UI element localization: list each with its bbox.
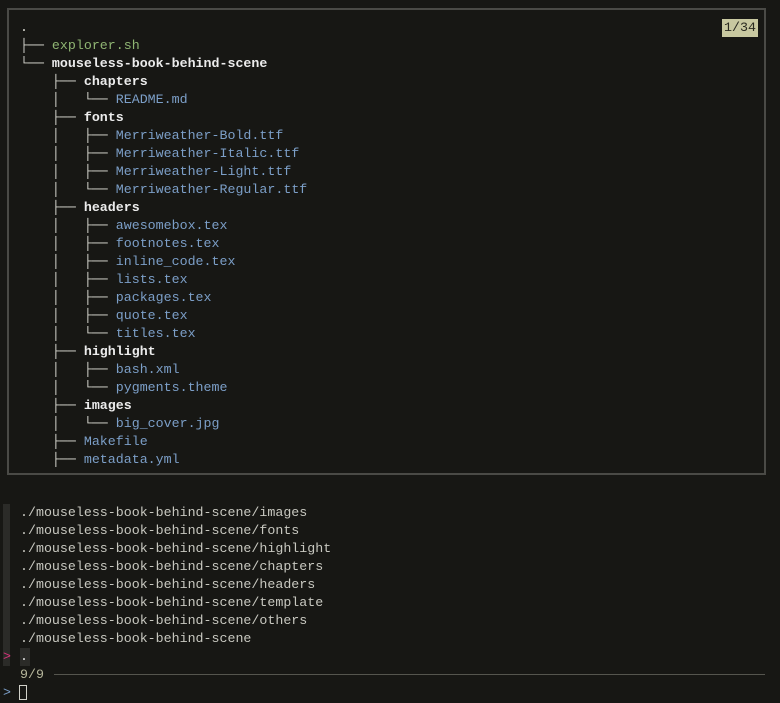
search-input-cursor[interactable]	[19, 685, 27, 700]
selection-pointer: >	[3, 648, 11, 666]
tree-entry: │ ├── inline_code.tex	[20, 253, 236, 271]
tree-entry: ├── headers	[20, 199, 140, 217]
tree-file: Merriweather-Italic.ttf	[115, 146, 300, 161]
result-item[interactable]: ./mouseless-book-behind-scene/fonts	[20, 522, 299, 540]
tree-directory: mouseless-book-behind-scene	[51, 56, 268, 71]
tree-file: metadata.yml	[83, 452, 180, 467]
tree-branch: │ ├──	[20, 272, 116, 287]
tree-entry: │ ├── packages.tex	[20, 289, 212, 307]
tree-file: inline_code.tex	[115, 254, 236, 269]
tree-branch: │ └──	[20, 326, 116, 341]
tree-branch: ├──	[20, 38, 52, 53]
tree-branch: │ └──	[20, 182, 116, 197]
info-separator	[54, 674, 765, 675]
tree-file: README.md	[115, 92, 188, 107]
result-item[interactable]: ./mouseless-book-behind-scene/chapters	[20, 558, 323, 576]
tree-entry: │ ├── lists.tex	[20, 271, 188, 289]
tree-branch: ├──	[20, 434, 84, 449]
prompt-symbol: >	[3, 685, 11, 700]
tree-directory: highlight	[83, 344, 156, 359]
tree-file: pygments.theme	[115, 380, 228, 395]
tree-entry: ├── metadata.yml	[20, 451, 180, 469]
tree-file: packages.tex	[115, 290, 212, 305]
tree-branch: │ ├──	[20, 146, 116, 161]
tree-entry: │ ├── Merriweather-Light.ttf	[20, 163, 291, 181]
result-item[interactable]: ./mouseless-book-behind-scene	[20, 630, 251, 648]
tree-entry: ├── highlight	[20, 343, 156, 361]
tree-file: lists.tex	[115, 272, 188, 287]
tree-branch: │ └──	[20, 416, 116, 431]
tree-branch: ├──	[20, 74, 84, 89]
tree-directory: chapters	[83, 74, 148, 89]
result-item[interactable]: ./mouseless-book-behind-scene/others	[20, 612, 307, 630]
tree-branch: │ ├──	[20, 254, 116, 269]
tree-entry: │ └── Merriweather-Regular.ttf	[20, 181, 307, 199]
tree-file: titles.tex	[115, 326, 196, 341]
tree-branch: │ ├──	[20, 308, 116, 323]
tree-branch: │ └──	[20, 92, 116, 107]
tree-entry: ├── explorer.sh	[20, 37, 140, 55]
tree-directory: fonts	[83, 110, 124, 125]
tree-branch: │ ├──	[20, 128, 116, 143]
selected-result[interactable]: .	[20, 648, 30, 666]
result-item[interactable]: ./mouseless-book-behind-scene/highlight	[20, 540, 331, 558]
tree-entry: │ └── big_cover.jpg	[20, 415, 220, 433]
tree-entry: │ ├── bash.xml	[20, 361, 180, 379]
tree-entry: │ ├── Merriweather-Italic.ttf	[20, 145, 299, 163]
result-item[interactable]: ./mouseless-book-behind-scene/headers	[20, 576, 315, 594]
tree-branch: ├──	[20, 110, 84, 125]
tree-branch: │ ├──	[20, 218, 116, 233]
tree-entry: │ └── titles.tex	[20, 325, 196, 343]
preview-scroll-counter: 1/34	[722, 19, 758, 37]
tree-file: .	[20, 20, 28, 35]
tree-entry: .	[20, 19, 28, 37]
tree-file: awesomebox.tex	[115, 218, 228, 233]
tree-file: footnotes.tex	[115, 236, 220, 251]
tree-branch: ├──	[20, 452, 84, 467]
tree-entry: │ ├── quote.tex	[20, 307, 188, 325]
tree-entry: ├── chapters	[20, 73, 148, 91]
tree-directory: headers	[83, 200, 140, 215]
tree-entry: │ └── README.md	[20, 91, 188, 109]
tree-branch: ├──	[20, 200, 84, 215]
tree-file: Merriweather-Regular.ttf	[115, 182, 308, 197]
tree-branch: ├──	[20, 398, 84, 413]
tree-branch: └──	[20, 56, 52, 71]
tree-branch: │ ├──	[20, 164, 116, 179]
tree-entry: │ ├── Merriweather-Bold.ttf	[20, 127, 283, 145]
tree-branch: │ ├──	[20, 290, 116, 305]
tree-branch: │ ├──	[20, 362, 116, 377]
tree-entry: └── mouseless-book-behind-scene	[20, 55, 267, 73]
tree-directory: images	[83, 398, 132, 413]
result-item[interactable]: ./mouseless-book-behind-scene/template	[20, 594, 323, 612]
tree-file: Merriweather-Bold.ttf	[115, 128, 284, 143]
tree-entry: │ ├── awesomebox.tex	[20, 217, 228, 235]
tree-file: Merriweather-Light.ttf	[115, 164, 292, 179]
tree-entry: │ └── pygments.theme	[20, 379, 228, 397]
match-count: 9/9	[20, 667, 44, 682]
tree-branch: ├──	[20, 344, 84, 359]
tree-entry: ├── fonts	[20, 109, 124, 127]
results-gutter	[3, 504, 10, 648]
result-item[interactable]: ./mouseless-book-behind-scene/images	[20, 504, 307, 522]
tree-file: explorer.sh	[51, 38, 140, 53]
tree-entry: ├── Makefile	[20, 433, 148, 451]
tree-file: quote.tex	[115, 308, 188, 323]
tree-branch: │ ├──	[20, 236, 116, 251]
tree-file: big_cover.jpg	[115, 416, 220, 431]
tree-branch: │ └──	[20, 380, 116, 395]
tree-entry: │ ├── footnotes.tex	[20, 235, 220, 253]
tree-entry: ├── images	[20, 397, 132, 415]
tree-file: bash.xml	[115, 362, 180, 377]
tree-file: Makefile	[83, 434, 148, 449]
